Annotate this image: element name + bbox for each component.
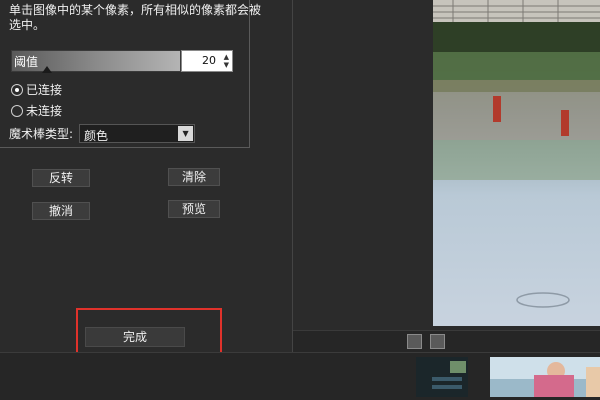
photo-image bbox=[433, 0, 600, 326]
photo-preview[interactable] bbox=[433, 0, 600, 326]
radio-connected-label: 已连接 bbox=[26, 83, 63, 97]
threshold-slider[interactable]: 阈值 bbox=[11, 50, 181, 73]
radio-unchecked-icon[interactable] bbox=[11, 104, 23, 117]
threshold-spinbox[interactable]: 20 ▲ ▼ bbox=[181, 50, 233, 72]
radio-connected[interactable]: 已连接 bbox=[11, 81, 62, 98]
radio-unconnected[interactable]: 未连接 bbox=[11, 102, 62, 119]
bottom-thumbnail-strip bbox=[0, 352, 600, 400]
radio-unconnected-label: 未连接 bbox=[26, 104, 63, 118]
spin-arrows-icon[interactable]: ▲ ▼ bbox=[224, 53, 229, 69]
undo-button[interactable]: 撤消 bbox=[32, 202, 90, 220]
radio-checked-icon[interactable] bbox=[11, 83, 23, 96]
wand-type-value: 颜色 bbox=[84, 129, 109, 143]
instruction-text: 单击图像中的某个像素，所有相似的像素都会被选中。 bbox=[9, 3, 262, 32]
threshold-value: 20 bbox=[202, 54, 216, 67]
magic-wand-panel: 单击图像中的某个像素，所有相似的像素都会被选中。 阈值 20 ▲ ▼ 已连接 未连… bbox=[0, 0, 292, 360]
thumbnail-2-image bbox=[490, 357, 600, 397]
clear-button[interactable]: 清除 bbox=[168, 168, 220, 186]
threshold-label: 阈值 bbox=[14, 55, 39, 69]
done-button[interactable]: 完成 bbox=[85, 327, 185, 347]
chevron-down-icon[interactable]: ▼ bbox=[178, 126, 194, 141]
thumbnail-1[interactable] bbox=[416, 357, 468, 397]
fit-to-window-icon[interactable] bbox=[407, 334, 422, 349]
slider-thumb[interactable] bbox=[42, 66, 52, 73]
thumbnail-2[interactable] bbox=[490, 357, 600, 397]
wand-type-label: 魔术棒类型: bbox=[9, 127, 74, 141]
thumbnail-1-image bbox=[416, 357, 468, 397]
wand-type-select[interactable]: 颜色 ▼ bbox=[79, 124, 196, 143]
image-toolbar bbox=[293, 330, 600, 352]
image-canvas bbox=[293, 0, 600, 330]
histogram-icon[interactable] bbox=[430, 334, 445, 349]
wand-type-row: 魔术棒类型: 颜色 ▼ bbox=[9, 124, 196, 143]
threshold-control: 阈值 20 ▲ ▼ bbox=[11, 50, 233, 73]
preview-button[interactable]: 预览 bbox=[168, 200, 220, 218]
invert-button[interactable]: 反转 bbox=[32, 169, 90, 187]
